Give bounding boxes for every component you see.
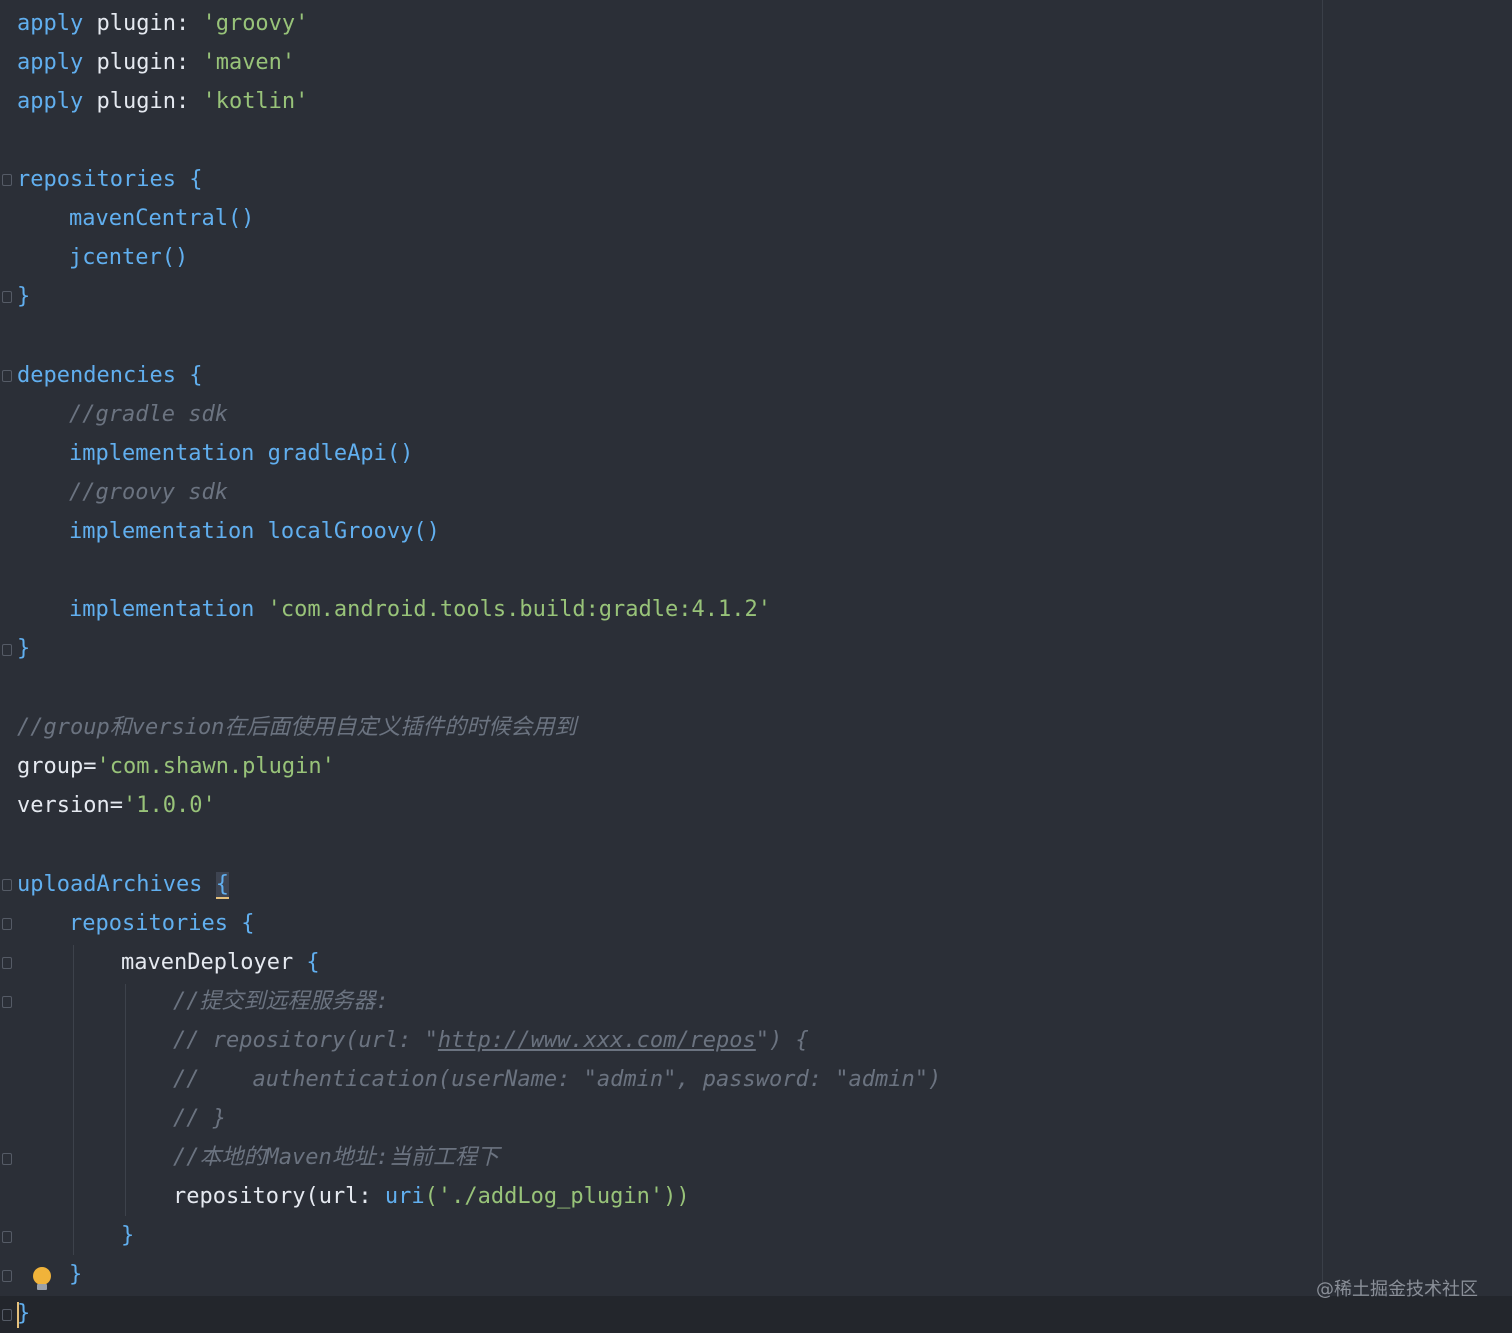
matched-brace: { — [215, 872, 229, 899]
brace: { — [227, 911, 255, 936]
fold-marker-icon[interactable] — [2, 918, 12, 930]
string-literal: 'com.shawn.plugin' — [96, 754, 335, 779]
code-line[interactable]: version='1.0.0' — [17, 786, 216, 825]
comment: // authentication(userName: "admin", pas… — [173, 1067, 942, 1092]
brace: } — [69, 1262, 83, 1287]
comment: //gradle sdk — [69, 402, 228, 427]
code-line[interactable]: implementation 'com.android.tools.build:… — [69, 590, 771, 629]
code-line[interactable]: mavenCentral() — [69, 199, 254, 238]
code-editor[interactable]: apply plugin: 'groovy' apply plugin: 'ma… — [0, 0, 1512, 1333]
code-line[interactable]: dependencies { — [17, 356, 202, 395]
comment: //group和version在后面使用自定义插件的时候会用到 — [17, 715, 577, 740]
code-text: group= — [17, 754, 97, 779]
comment: // repository(url: " — [173, 1028, 438, 1053]
fold-marker-icon[interactable] — [2, 879, 12, 891]
code-line[interactable]: } — [17, 277, 30, 316]
string-literal: 'kotlin' — [202, 89, 309, 114]
keyword: apply — [17, 89, 84, 114]
code-line[interactable]: // repository(url: "http://www.xxx.com/r… — [173, 1021, 809, 1060]
lightbulb-icon[interactable] — [33, 1267, 51, 1285]
code-line[interactable]: jcenter() — [69, 238, 188, 277]
code-line[interactable]: apply plugin: 'maven' — [17, 43, 295, 82]
string-literal: ('./addLog_plugin')) — [424, 1184, 690, 1209]
code-text: repository(url: — [173, 1184, 385, 1209]
fold-marker-icon[interactable] — [2, 1270, 12, 1282]
code-line[interactable]: group='com.shawn.plugin' — [17, 747, 335, 786]
code-text: plugin: — [83, 50, 203, 75]
text-caret — [17, 1302, 19, 1328]
function-call: localGroovy() — [254, 519, 440, 544]
code-text: mavenDeployer — [121, 950, 294, 975]
keyword: dependencies — [17, 363, 176, 388]
fold-marker-icon[interactable] — [2, 291, 12, 303]
keyword: implementation — [69, 441, 255, 466]
function-call: gradleApi() — [254, 441, 414, 466]
code-line[interactable]: //gradle sdk — [69, 395, 228, 434]
keyword: apply — [17, 50, 84, 75]
code-line[interactable]: //groovy sdk — [69, 473, 228, 512]
indent-guide — [125, 984, 126, 1216]
keyword: implementation — [69, 597, 255, 622]
current-line-highlight — [0, 1296, 1512, 1333]
code-text: plugin: — [83, 11, 203, 36]
code-line[interactable]: // authentication(userName: "admin", pas… — [173, 1060, 941, 1099]
keyword: implementation — [69, 519, 255, 544]
keyword: uploadArchives — [17, 872, 203, 897]
code-line[interactable]: implementation gradleApi() — [69, 434, 413, 473]
right-margin-guide — [1322, 0, 1323, 1333]
watermark: @稀土掘金技术社区 — [1316, 1279, 1478, 1300]
fold-marker-icon[interactable] — [2, 1231, 12, 1243]
brace: { — [175, 363, 203, 388]
editor-gutter[interactable] — [0, 0, 14, 1333]
code-line[interactable]: repositories { — [69, 904, 254, 943]
code-line[interactable]: apply plugin: 'kotlin' — [17, 82, 308, 121]
string-literal: 'groovy' — [202, 11, 309, 36]
code-line[interactable]: } — [121, 1216, 134, 1255]
keyword: apply — [17, 11, 84, 36]
fold-marker-icon[interactable] — [2, 996, 12, 1008]
code-line[interactable]: repository(url: uri('./addLog_plugin')) — [173, 1177, 690, 1216]
code-line[interactable]: // } — [173, 1099, 226, 1138]
code-line[interactable]: } — [69, 1255, 82, 1294]
code-line[interactable]: uploadArchives { — [17, 865, 229, 904]
indent-guide — [73, 945, 74, 1255]
code-line[interactable]: apply plugin: 'groovy' — [17, 4, 308, 43]
code-line[interactable]: repositories { — [17, 160, 202, 199]
comment: //本地的Maven地址:当前工程下 — [173, 1145, 499, 1170]
lightbulb-base-icon — [37, 1284, 47, 1290]
comment: // } — [173, 1106, 226, 1131]
keyword: repositories — [17, 167, 176, 192]
code-text: version= — [17, 793, 123, 818]
fold-marker-icon[interactable] — [2, 957, 12, 969]
brace: } — [17, 636, 31, 661]
code-text: plugin: — [83, 89, 203, 114]
comment: //提交到远程服务器: — [173, 989, 389, 1014]
brace: { — [293, 950, 320, 975]
brace: { — [175, 167, 203, 192]
function-call: jcenter() — [69, 245, 189, 270]
keyword: repositories — [69, 911, 228, 936]
string-literal: 'com.android.tools.build:gradle:4.1.2' — [254, 597, 771, 622]
code-line[interactable]: mavenDeployer { — [121, 943, 320, 982]
code-line[interactable]: } — [17, 629, 30, 668]
comment: //groovy sdk — [69, 480, 228, 505]
string-literal: 'maven' — [202, 50, 296, 75]
function-call: uri — [384, 1184, 425, 1209]
code-line[interactable]: implementation localGroovy() — [69, 512, 440, 551]
fold-marker-icon[interactable] — [2, 370, 12, 382]
code-line[interactable]: //group和version在后面使用自定义插件的时候会用到 — [17, 708, 576, 747]
code-line[interactable]: //提交到远程服务器: — [173, 982, 389, 1021]
fold-marker-icon[interactable] — [2, 644, 12, 656]
string-literal: '1.0.0' — [122, 793, 216, 818]
brace: } — [17, 284, 31, 309]
comment-link[interactable]: http://www.xxx.com/repos — [438, 1028, 756, 1053]
function-call: mavenCentral() — [69, 206, 255, 231]
code-line[interactable]: //本地的Maven地址:当前工程下 — [173, 1138, 499, 1177]
brace: } — [121, 1223, 135, 1248]
fold-marker-icon[interactable] — [2, 1309, 12, 1321]
comment: ") { — [755, 1028, 809, 1053]
fold-marker-icon[interactable] — [2, 174, 12, 186]
fold-marker-icon[interactable] — [2, 1153, 12, 1165]
